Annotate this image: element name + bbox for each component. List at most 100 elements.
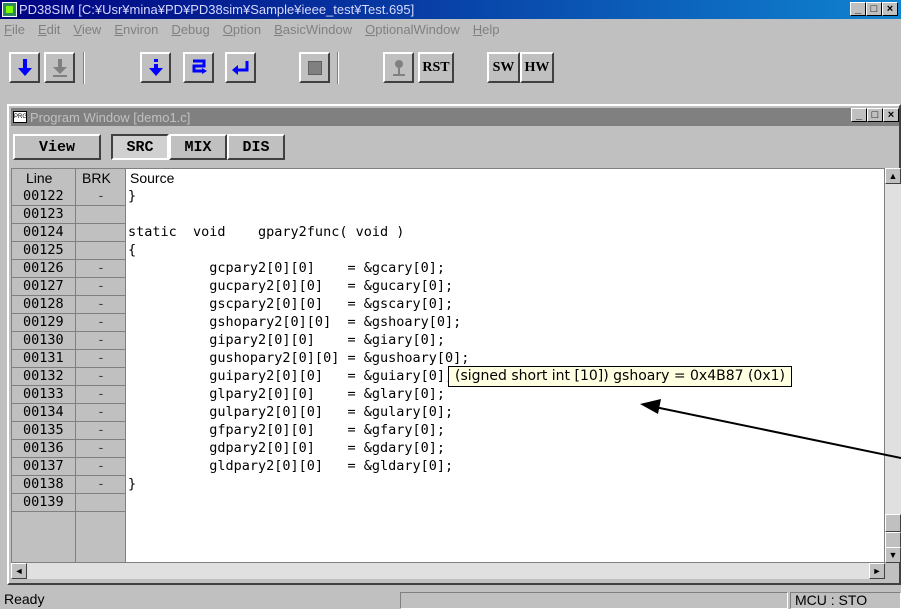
source-line: gulpary2[0][0] = &gulary[0]; <box>128 404 454 420</box>
toolbar-separator <box>83 52 85 84</box>
stop-button[interactable] <box>299 52 330 83</box>
breakpoint-cell[interactable]: - <box>76 458 126 476</box>
download-button[interactable] <box>9 52 40 83</box>
menu-view[interactable]: View <box>73 22 101 37</box>
breakpoint-cell[interactable] <box>76 494 126 512</box>
table-row[interactable]: 00122-} <box>12 188 884 206</box>
reset-cpu-button[interactable] <box>383 52 414 83</box>
line-number: 00125 <box>12 242 76 260</box>
program-window-controls: _ □ × <box>851 108 899 122</box>
table-row[interactable]: 00131- gushopary2[0][0] = &gushoary[0]; <box>12 350 884 368</box>
menu-bar: File Edit View Environ Debug Option Basi… <box>0 19 901 39</box>
status-panel <box>400 592 788 609</box>
scroll-thumb[interactable] <box>885 514 901 532</box>
table-row[interactable]: 00130- gipary2[0][0] = &giary[0]; <box>12 332 884 350</box>
table-row[interactable]: 00127- gucpary2[0][0] = &gucary[0]; <box>12 278 884 296</box>
breakpoint-cell[interactable]: - <box>76 332 126 350</box>
table-row[interactable]: 00139 <box>12 494 884 512</box>
annotation-arrow-icon <box>640 399 901 459</box>
source-line: gucpary2[0][0] = &gucary[0]; <box>128 278 454 294</box>
breakpoint-cell[interactable]: - <box>76 386 126 404</box>
menu-option[interactable]: Option <box>223 22 261 37</box>
table-row[interactable]: 00129- gshopary2[0][0] = &gshoary[0]; <box>12 314 884 332</box>
breakpoint-cell[interactable]: - <box>76 314 126 332</box>
source-line: guipary2[0][0] = &guiary[0]; <box>128 368 454 384</box>
maximize-button[interactable]: □ <box>866 2 882 16</box>
mcu-status: MCU : STO <box>790 592 901 609</box>
program-maximize-button[interactable]: □ <box>867 108 883 122</box>
program-window: PRG Program Window [demo1.c] _ □ × View … <box>7 104 901 585</box>
menu-help[interactable]: Help <box>473 22 500 37</box>
menu-basicwindow[interactable]: BasicWindow <box>274 22 352 37</box>
line-number: 00139 <box>12 494 76 512</box>
source-line: } <box>128 476 137 492</box>
stop-icon <box>307 60 322 75</box>
table-row[interactable]: 00126- gcpary2[0][0] = &gcary[0]; <box>12 260 884 278</box>
breakpoint-cell[interactable]: - <box>76 368 126 386</box>
horizontal-scrollbar[interactable]: ◄ ► <box>11 563 885 579</box>
table-row[interactable]: 00128- gscpary2[0][0] = &gscary[0]; <box>12 296 884 314</box>
menu-debug[interactable]: Debug <box>171 22 209 37</box>
menu-file[interactable]: File <box>4 22 25 37</box>
menu-environ[interactable]: Environ <box>114 22 158 37</box>
line-number: 00132 <box>12 368 76 386</box>
return-button[interactable] <box>225 52 256 83</box>
line-number: 00127 <box>12 278 76 296</box>
src-mode-button[interactable]: SRC <box>111 134 169 160</box>
source-line: gshopary2[0][0] = &gshoary[0]; <box>128 314 462 330</box>
scroll-left-button[interactable]: ◄ <box>11 563 27 579</box>
source-line: gfpary2[0][0] = &gfary[0]; <box>128 422 445 438</box>
rst-button[interactable]: RST <box>418 52 454 83</box>
scroll-right-button[interactable]: ► <box>869 563 885 579</box>
source-line: glpary2[0][0] = &glary[0]; <box>128 386 445 402</box>
breakpoint-cell[interactable] <box>76 206 126 224</box>
scroll-up-button[interactable]: ▲ <box>885 168 901 184</box>
table-row[interactable]: 00138-} <box>12 476 884 494</box>
close-button[interactable]: × <box>882 2 898 16</box>
breakpoint-cell[interactable]: - <box>76 278 126 296</box>
program-minimize-button[interactable]: _ <box>851 108 867 122</box>
scroll-down-button[interactable]: ▼ <box>885 547 901 563</box>
status-text: Ready <box>4 591 45 607</box>
source-line: gushopary2[0][0] = &gushoary[0]; <box>128 350 470 366</box>
program-window-icon: PRG <box>13 111 27 123</box>
hw-button[interactable]: HW <box>520 52 554 83</box>
minimize-button[interactable]: _ <box>850 2 866 16</box>
sw-button[interactable]: SW <box>487 52 520 83</box>
table-row[interactable]: 00125 { <box>12 242 884 260</box>
table-row[interactable]: 00123 <box>12 206 884 224</box>
breakpoint-cell[interactable]: - <box>76 404 126 422</box>
app-title-bar: PD38SIM [C:¥Usr¥mina¥PD¥PD38sim¥Sample¥i… <box>0 0 901 19</box>
breakpoint-cell[interactable]: - <box>76 440 126 458</box>
line-number: 00131 <box>12 350 76 368</box>
breakpoint-cell[interactable]: - <box>76 260 126 278</box>
menu-optionalwindow[interactable]: OptionalWindow <box>365 22 460 37</box>
step-over-button[interactable] <box>183 52 214 83</box>
breakpoint-cell[interactable] <box>76 224 126 242</box>
breakpoint-cell[interactable]: - <box>76 350 126 368</box>
breakpoint-cell[interactable]: - <box>76 476 126 494</box>
source-line: } <box>128 188 137 204</box>
mode-bar: View SRC MIX DIS <box>11 130 899 164</box>
arrow-down-gray-icon <box>52 58 67 77</box>
column-brk: BRK <box>82 170 111 186</box>
mix-mode-button[interactable]: MIX <box>169 134 227 160</box>
source-line: { <box>128 242 137 258</box>
program-close-button[interactable]: × <box>883 108 899 122</box>
breakpoint-cell[interactable]: - <box>76 296 126 314</box>
breakpoint-cell[interactable] <box>76 242 126 260</box>
download-disabled-button[interactable] <box>44 52 75 83</box>
table-row[interactable]: 00124 static void gpary2func( void ) <box>12 224 884 242</box>
app-title: PD38SIM [C:¥Usr¥mina¥PD¥PD38sim¥Sample¥i… <box>19 2 415 17</box>
vertical-scrollbar[interactable]: ▲ ▼ <box>885 168 901 563</box>
breakpoint-cell[interactable]: - <box>76 188 126 206</box>
dis-mode-button[interactable]: DIS <box>227 134 285 160</box>
view-button[interactable]: View <box>13 134 101 160</box>
menu-edit[interactable]: Edit <box>38 22 60 37</box>
line-number: 00123 <box>12 206 76 224</box>
line-number: 00134 <box>12 404 76 422</box>
step-in-button[interactable] <box>140 52 171 83</box>
breakpoint-cell[interactable]: - <box>76 422 126 440</box>
source-line: gdpary2[0][0] = &gdary[0]; <box>128 440 445 456</box>
scroll-down-mid[interactable] <box>885 532 901 548</box>
